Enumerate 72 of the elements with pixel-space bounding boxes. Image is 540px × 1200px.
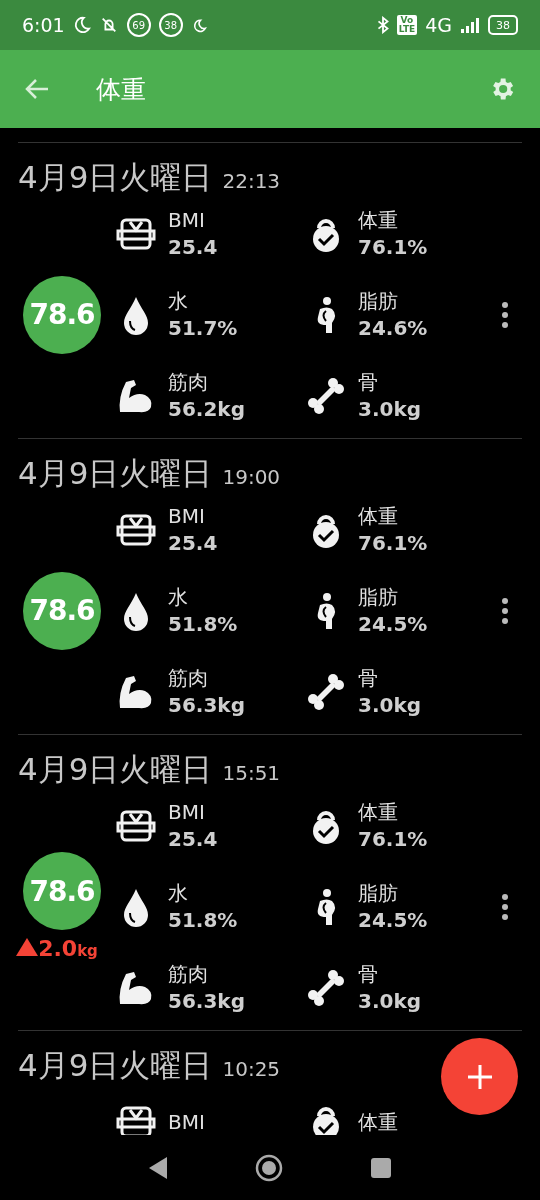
- metric-value: 76.1%: [358, 529, 428, 557]
- battery-indicator: 38: [488, 15, 518, 35]
- metric-label: 体重: [358, 1108, 398, 1135]
- metric-label: 体重: [358, 798, 399, 825]
- metric-label: 脂肪: [358, 287, 399, 314]
- metric-value: 51.7%: [168, 314, 238, 342]
- metric-label: BMI: [168, 798, 206, 825]
- back-nav-icon[interactable]: [149, 1156, 167, 1179]
- recents-nav-icon[interactable]: [371, 1157, 391, 1178]
- metric-value: 24.5%: [358, 906, 428, 934]
- metric-value: 24.5%: [358, 610, 428, 638]
- more-options-icon[interactable]: [502, 893, 508, 920]
- metric-value: 56.3kg: [168, 987, 245, 1015]
- weight-score-badge: 78.6: [23, 571, 101, 650]
- bone-icon: [306, 375, 346, 416]
- metric-value: 51.8%: [168, 610, 238, 638]
- home-nav-icon[interactable]: [255, 1153, 283, 1182]
- bone-icon: [306, 671, 346, 712]
- weight-score-badge: 78.6: [23, 275, 101, 354]
- more-options-icon[interactable]: [502, 597, 508, 624]
- metric-value: 25.4: [168, 825, 218, 853]
- entry-time: 19:00: [222, 465, 281, 489]
- metric-label: 脂肪: [358, 879, 399, 906]
- entry-time: 10:25: [222, 1057, 281, 1081]
- metric-label: 筋肉: [168, 960, 209, 987]
- metric-label: BMI: [168, 1108, 205, 1135]
- status-badge: 69: [126, 13, 151, 37]
- metric-label: 骨: [358, 664, 379, 691]
- metric-value: 51.8%: [168, 906, 238, 934]
- metric-value: 56.3kg: [168, 691, 245, 719]
- entry-time: 15:51: [222, 761, 281, 785]
- more-options-icon[interactable]: [502, 301, 508, 328]
- screen-title: 体重: [96, 73, 147, 106]
- metric-value: 25.4: [168, 233, 218, 261]
- metric-label: BMI: [168, 206, 206, 233]
- metric-value: 56.2kg: [168, 395, 245, 423]
- metric-value: 3.0kg: [358, 691, 422, 719]
- increase-triangle-icon: [16, 938, 39, 956]
- metric-value: 3.0kg: [358, 395, 422, 423]
- network-type: 4G: [425, 14, 452, 36]
- entry-time: 22:13: [222, 169, 281, 193]
- metric-label: 筋肉: [168, 368, 209, 395]
- metric-label: 体重: [358, 206, 399, 233]
- metric-label: 骨: [358, 368, 379, 395]
- metric-label: 水: [168, 583, 189, 610]
- status-badge: 38: [158, 13, 183, 37]
- metric-label: 体重: [358, 502, 399, 529]
- metric-label: BMI: [168, 502, 206, 529]
- entry-date: 4月9日火曜日: [18, 454, 213, 493]
- metric-label: 水: [168, 879, 189, 906]
- entry-date: 4月9日火曜日: [18, 158, 213, 197]
- metric-label: 脂肪: [358, 583, 399, 610]
- metric-value: 3.0kg: [358, 987, 422, 1015]
- signal-icon: [460, 17, 480, 33]
- entry-date: 4月9日火曜日: [18, 1046, 213, 1085]
- metric-label: 水: [168, 287, 189, 314]
- moon-icon: [72, 16, 91, 34]
- bluetooth-icon: [376, 16, 389, 34]
- status-time: 6:01: [22, 14, 65, 36]
- plus-icon: [466, 1063, 493, 1090]
- metric-value: 25.4: [168, 529, 218, 557]
- weight-change-unit: kg: [77, 942, 98, 960]
- metric-value: 24.6%: [358, 314, 428, 342]
- volte-badge: Vo LTE: [396, 15, 418, 35]
- weight-change: 2.0: [38, 936, 78, 961]
- bone-icon: [306, 967, 346, 1008]
- metric-value: 76.1%: [358, 825, 428, 853]
- entry-date: 4月9日火曜日: [18, 750, 213, 789]
- metric-value: 76.1%: [358, 233, 428, 261]
- metric-label: 骨: [358, 960, 379, 987]
- metric-label: 筋肉: [168, 664, 209, 691]
- weight-score-badge: 78.6: [23, 852, 101, 930]
